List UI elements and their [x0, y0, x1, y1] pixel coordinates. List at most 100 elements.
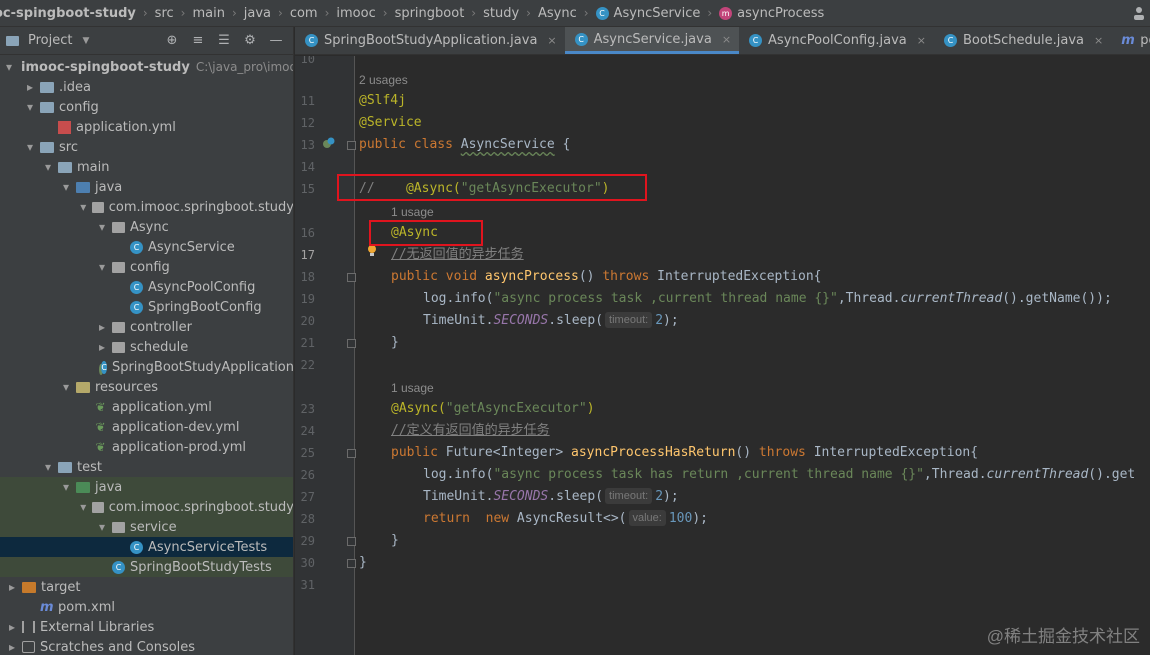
fold-marker-icon[interactable]	[347, 141, 356, 150]
fold-marker-icon[interactable]	[347, 273, 356, 282]
tree-item[interactable]: ▾ imooc-spingboot-study C:\java_pro\imooc-…	[0, 57, 293, 77]
close-icon[interactable]: ×	[917, 34, 926, 47]
tree-item[interactable]: C AsyncPoolConfig	[0, 277, 293, 297]
tree-item[interactable]: ❦ application.yml	[0, 397, 293, 417]
breadcrumb-item[interactable]: oc-spingboot-study	[0, 6, 136, 21]
spring-class-icon: C	[101, 360, 107, 374]
tree-item[interactable]: ▸ .idea	[0, 77, 293, 97]
breadcrumb-item[interactable]: › imooc	[318, 6, 376, 21]
chevron-right-icon[interactable]: ▸	[24, 80, 36, 94]
breadcrumb-item[interactable]: › src	[136, 6, 174, 21]
breadcrumb-item[interactable]: › main	[174, 6, 225, 21]
fold-marker-icon[interactable]	[347, 559, 356, 568]
project-panel-title[interactable]: Project	[28, 33, 72, 48]
breadcrumb-item[interactable]: › com	[271, 6, 318, 21]
usage-hint[interactable]: 2 usages	[359, 70, 408, 90]
user-icon[interactable]	[1132, 4, 1146, 22]
chevron-down-icon[interactable]: ▾	[60, 480, 72, 494]
editor-tab[interactable]: C AsyncPoolConfig.java ×	[739, 27, 934, 54]
tree-item[interactable]: C AsyncServiceTests	[0, 537, 293, 557]
chevron-down-icon[interactable]: ▾	[6, 60, 12, 74]
tree-item[interactable]: ▸ External Libraries	[0, 617, 293, 637]
line-number: 15	[300, 182, 315, 196]
chevron-right-icon[interactable]: ▸	[6, 620, 18, 634]
chevron-down-icon[interactable]: ▾	[96, 220, 108, 234]
chevron-down-icon[interactable]: ▾	[96, 260, 108, 274]
chevron-down-icon[interactable]: ▾	[78, 500, 88, 514]
folder-icon	[40, 81, 54, 93]
tree-item[interactable]: ▸ Scratches and Consoles	[0, 637, 293, 655]
tree-item[interactable]: ▾ java	[0, 477, 293, 497]
chevron-down-icon[interactable]: ▾	[78, 200, 88, 214]
tree-item-label: AsyncServiceTests	[148, 539, 268, 555]
chevron-down-icon[interactable]: ▾	[42, 460, 54, 474]
tree-item[interactable]: ▾ test	[0, 457, 293, 477]
editor-tab[interactable]: C BootSchedule.java ×	[934, 27, 1111, 54]
breadcrumb-item[interactable]: › C AsyncService	[577, 6, 701, 21]
chevron-right-icon[interactable]: ▸	[96, 320, 108, 334]
gear-icon[interactable]: ⚙	[243, 33, 257, 48]
spring-bean-icon[interactable]	[322, 136, 336, 150]
chevron-right-icon[interactable]: ▸	[6, 640, 18, 654]
lightbulb-icon[interactable]	[367, 244, 377, 258]
chevron-right-icon[interactable]: ▸	[96, 340, 108, 354]
tree-item[interactable]: ▾ config	[0, 97, 293, 117]
package-icon	[112, 521, 125, 533]
close-icon[interactable]: ×	[547, 34, 556, 47]
close-icon[interactable]: ×	[722, 33, 731, 46]
expand-all-icon[interactable]: ≡	[191, 33, 205, 48]
tree-item[interactable]: C SpringBootStudyTests	[0, 557, 293, 577]
editor-tab[interactable]: C AsyncService.java ×	[564, 27, 740, 54]
tree-item[interactable]: ▾ com.imooc.springboot.study	[0, 197, 293, 217]
tree-item[interactable]: ▾ config	[0, 257, 293, 277]
tree-item[interactable]: ▾ src	[0, 137, 293, 157]
chevron-down-icon[interactable]: ▾	[24, 140, 36, 154]
tree-item[interactable]: ▾ java	[0, 177, 293, 197]
chevron-down-icon[interactable]: ▾	[24, 100, 36, 114]
tree-item[interactable]: C SpringBootStudyApplication	[0, 357, 293, 377]
fold-marker-icon[interactable]	[347, 339, 356, 348]
code-line-12: @Service	[359, 115, 422, 130]
tree-item[interactable]: ▾ main	[0, 157, 293, 177]
chevron-right-icon: ›	[324, 6, 330, 20]
tree-item[interactable]: ▾ Async	[0, 217, 293, 237]
chevron-right-icon[interactable]: ▸	[6, 580, 18, 594]
close-icon[interactable]: ×	[1094, 34, 1103, 47]
tree-item[interactable]: C SpringBootConfig	[0, 297, 293, 317]
tree-item[interactable]: ❦ application-dev.yml	[0, 417, 293, 437]
tree-item[interactable]: ▾ resources	[0, 377, 293, 397]
tree-item[interactable]: C AsyncService	[0, 237, 293, 257]
tree-item[interactable]: ❦ application-prod.yml	[0, 437, 293, 457]
breadcrumb-item[interactable]: › springboot	[376, 6, 465, 21]
locate-icon[interactable]: ⊕	[165, 33, 179, 48]
code-editor[interactable]: 10 11 12 13 14 15 16 17 18 19 20 21 22 23 24 25 26 27 28 29…	[295, 56, 1150, 655]
tree-item[interactable]: application.yml	[0, 117, 293, 137]
fold-marker-icon[interactable]	[347, 537, 356, 546]
chevron-down-icon[interactable]: ▾	[60, 180, 72, 194]
collapse-all-icon[interactable]: ☰	[217, 33, 231, 48]
fold-marker-icon[interactable]	[347, 449, 356, 458]
hide-icon[interactable]: —	[269, 33, 283, 48]
tree-item-label: SpringBootStudyTests	[130, 559, 272, 575]
folder-icon	[58, 161, 72, 173]
tree-item[interactable]: ▸ controller	[0, 317, 293, 337]
breadcrumb-item[interactable]: › java	[225, 6, 271, 21]
usage-hint[interactable]: 1 usage	[391, 202, 434, 222]
chevron-down-icon[interactable]: ▾	[60, 380, 72, 394]
chevron-down-icon[interactable]: ▾	[96, 520, 108, 534]
tree-item[interactable]: ▸ schedule	[0, 337, 293, 357]
tree-item[interactable]: ▾ service	[0, 517, 293, 537]
editor-tab[interactable]: C SpringBootStudyApplication.java ×	[295, 27, 565, 54]
tree-item[interactable]: ▸ target	[0, 577, 293, 597]
line-number: 18	[300, 270, 315, 284]
chevron-down-icon[interactable]: ▾	[42, 160, 54, 174]
tree-item[interactable]: ▾ com.imooc.springboot.study	[0, 497, 293, 517]
breadcrumb-item[interactable]: › study	[464, 6, 519, 21]
usage-hint[interactable]: 1 usage	[391, 378, 434, 398]
editor-tab[interactable]: m pom.xml (imooc-sp	[1111, 27, 1150, 54]
tree-item[interactable]: m pom.xml	[0, 597, 293, 617]
breadcrumb-item[interactable]: › Async	[519, 6, 577, 21]
breadcrumb-item[interactable]: › m asyncProcess	[700, 6, 824, 21]
line-number: 16	[300, 226, 315, 240]
chevron-down-icon[interactable]: ▼	[82, 36, 89, 46]
